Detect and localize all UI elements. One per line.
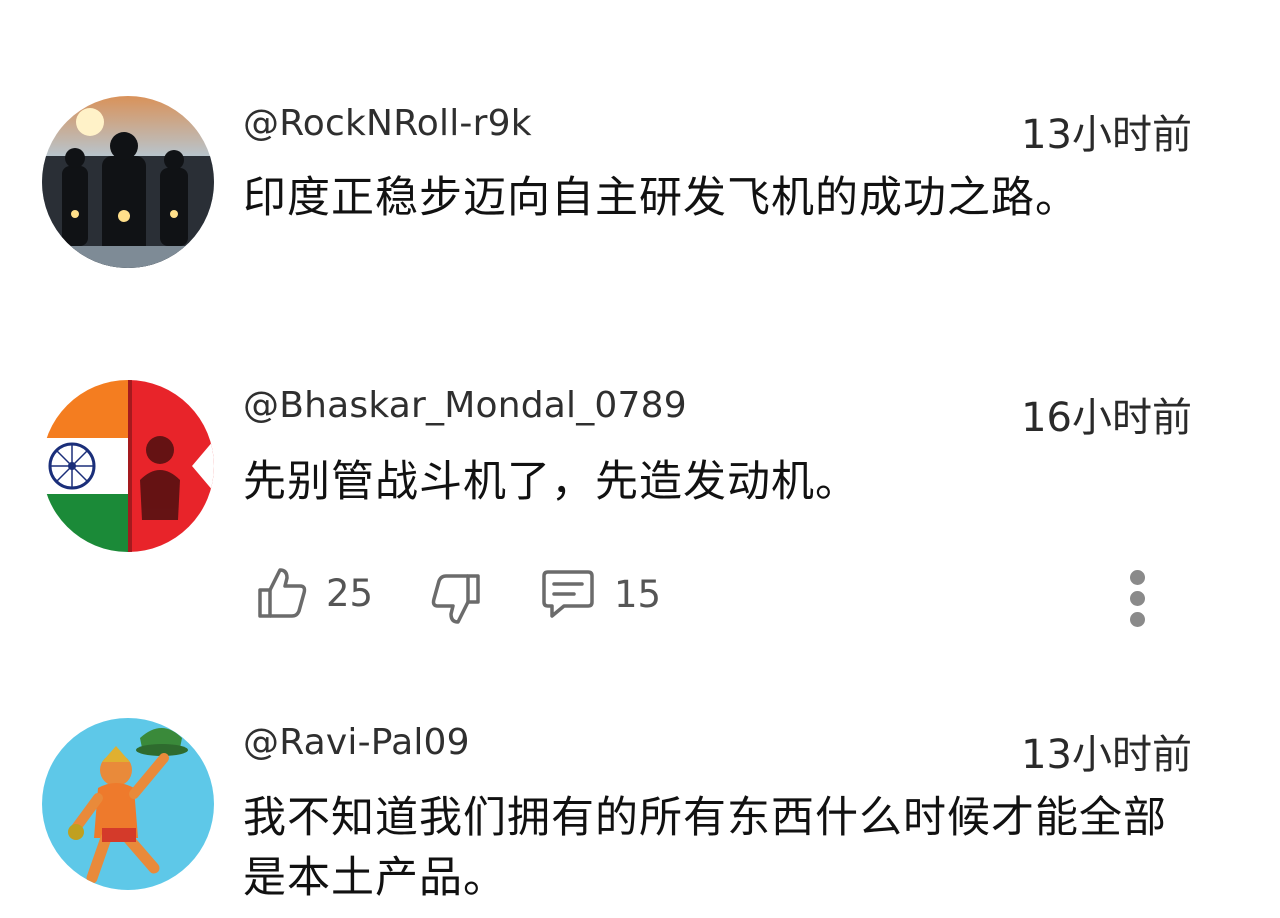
comment-timestamp: 13小时前 xyxy=(1021,732,1192,778)
comment-username[interactable]: @Ravi-Pal09 xyxy=(243,722,470,763)
avatar[interactable] xyxy=(42,718,214,890)
comment-3: @Ravi-Pal09 13小时前 我不知道我们拥有的所有东西什么时候才能全部是… xyxy=(0,0,1280,918)
comment-text: 我不知道我们拥有的所有东西什么时候才能全部是本土产品。 xyxy=(243,793,1167,903)
hanuman-avatar-image xyxy=(42,718,214,890)
